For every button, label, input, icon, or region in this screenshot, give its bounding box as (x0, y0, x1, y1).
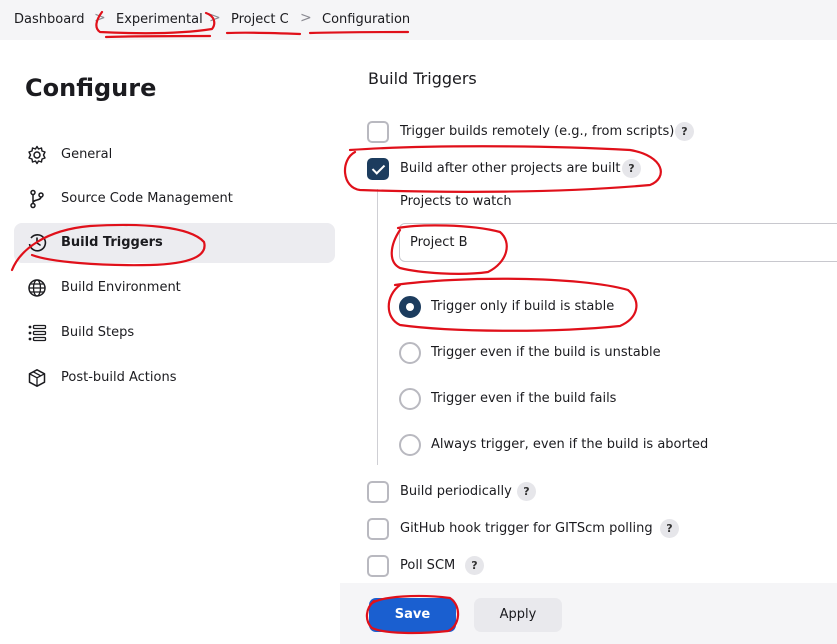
trigger-remotely-label: Trigger builds remotely (e.g., from scri… (400, 124, 675, 139)
sidebar-item-build-steps[interactable]: Build Steps (14, 313, 335, 353)
sidebar-item-build-environment[interactable]: Build Environment (14, 268, 335, 308)
radio-fails-label: Trigger even if the build fails (431, 391, 617, 406)
breadcrumb-separator: > (209, 10, 221, 26)
section-title: Build Triggers (368, 69, 477, 88)
build-after-other-projects-checkbox[interactable] (367, 158, 389, 180)
gear-icon (28, 145, 46, 165)
radio-stable[interactable] (399, 296, 421, 318)
sidebar-item-label: Post-build Actions (61, 370, 177, 385)
help-icon[interactable]: ? (675, 122, 694, 141)
sidebar-item-label: Build Triggers (61, 235, 163, 250)
breadcrumb-project-c[interactable]: Project C (231, 12, 289, 27)
build-after-other-projects-label: Build after other projects are built (400, 161, 621, 176)
help-icon[interactable]: ? (660, 519, 679, 538)
nested-section-divider (377, 189, 378, 465)
package-icon (28, 369, 46, 387)
projects-to-watch-input[interactable] (399, 223, 837, 262)
radio-unstable[interactable] (399, 342, 421, 364)
branch-icon (30, 189, 44, 209)
breadcrumb-configuration[interactable]: Configuration (322, 12, 410, 27)
sidebar-item-general[interactable]: General (14, 135, 335, 175)
sidebar-item-build-triggers[interactable]: Build Triggers (14, 223, 335, 263)
sidebar-item-post-build-actions[interactable]: Post-build Actions (14, 358, 335, 398)
radio-stable-label: Trigger only if build is stable (431, 299, 615, 314)
sidebar-item-label: General (61, 147, 113, 162)
radio-unstable-label: Trigger even if the build is unstable (431, 345, 661, 360)
list-icon (28, 324, 47, 342)
breadcrumb-experimental[interactable]: Experimental (116, 12, 203, 27)
radio-fails[interactable] (399, 388, 421, 410)
poll-scm-label: Poll SCM (400, 558, 456, 573)
projects-to-watch-label: Projects to watch (400, 194, 512, 209)
breadcrumb-separator: > (300, 10, 312, 26)
help-icon[interactable]: ? (622, 159, 641, 178)
sidebar-item-label: Build Steps (61, 325, 135, 340)
globe-icon (28, 279, 46, 297)
sidebar-item-label: Source Code Management (61, 191, 233, 206)
breadcrumb: Dashboard > Experimental > Project C > C… (0, 0, 837, 40)
sidebar-item-label: Build Environment (61, 280, 181, 295)
sidebar-item-source-code-management[interactable]: Source Code Management (14, 179, 335, 219)
trigger-remotely-checkbox[interactable] (367, 121, 389, 143)
build-periodically-label: Build periodically (400, 484, 512, 499)
help-icon[interactable]: ? (465, 556, 484, 575)
github-hook-label: GitHub hook trigger for GITScm polling (400, 521, 653, 536)
poll-scm-checkbox[interactable] (367, 555, 389, 577)
radio-aborted[interactable] (399, 434, 421, 456)
apply-button[interactable]: Apply (474, 598, 562, 632)
github-hook-checkbox[interactable] (367, 518, 389, 540)
help-icon[interactable]: ? (517, 482, 536, 501)
clock-icon (28, 234, 47, 252)
page-title: Configure (25, 74, 157, 102)
radio-aborted-label: Always trigger, even if the build is abo… (431, 437, 709, 452)
save-button[interactable]: Save (369, 598, 456, 632)
breadcrumb-dashboard[interactable]: Dashboard (14, 12, 85, 27)
breadcrumb-separator: > (94, 10, 106, 26)
build-periodically-checkbox[interactable] (367, 481, 389, 503)
